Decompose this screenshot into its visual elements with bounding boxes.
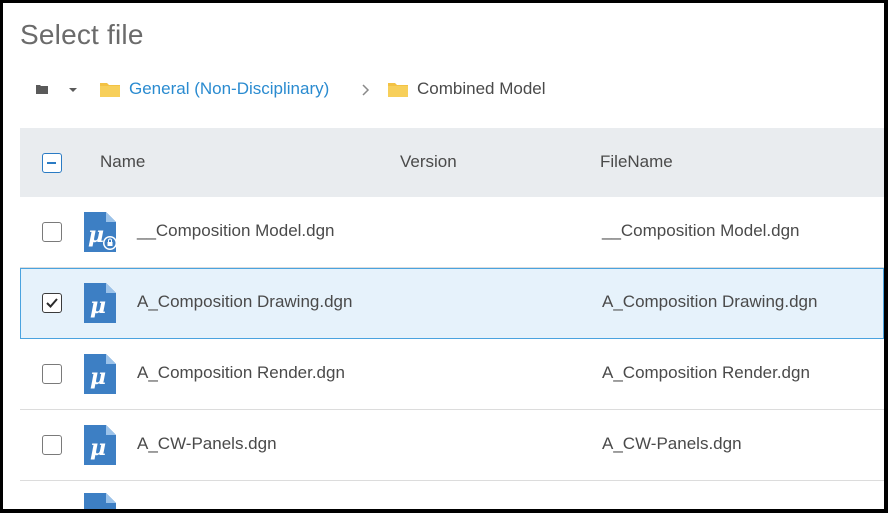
dialog-title: Select file <box>20 19 144 50</box>
breadcrumb-label: General (Non-Disciplinary) <box>129 79 330 98</box>
dgn-file-icon <box>84 493 116 509</box>
breadcrumb-label: Combined Model <box>417 79 546 98</box>
dgn-file-icon: μ <box>84 354 116 394</box>
row-filename: __Composition Model.dgn <box>602 221 800 240</box>
chevron-down-icon[interactable] <box>68 86 78 94</box>
column-header-filename[interactable]: FileName <box>600 152 673 172</box>
table-header: Name Version FileName <box>20 128 884 197</box>
select-file-dialog: Select file General (Non-Disciplinary) C… <box>3 3 884 509</box>
row-filename: A_Composition Render.dgn <box>602 363 810 382</box>
svg-text:μ: μ <box>90 435 106 461</box>
dgn-file-icon: μ <box>84 425 116 465</box>
row-filename: A_CW-Panels.dgn <box>602 434 742 453</box>
table-row[interactable]: μ __Composition Model.dgn __Composition … <box>20 197 884 268</box>
row-filename: A_Composition Drawing.dgn <box>602 292 818 311</box>
row-name: __Composition Model.dgn <box>137 221 335 240</box>
select-all-checkbox[interactable] <box>42 153 62 173</box>
row-checkbox[interactable] <box>42 222 62 242</box>
folder-root-icon[interactable] <box>36 84 48 94</box>
folder-icon <box>100 83 120 97</box>
row-name: A_CW-Panels.dgn <box>137 434 277 453</box>
row-checkbox[interactable] <box>42 364 62 384</box>
checkmark-icon <box>46 298 58 308</box>
table-row[interactable]: μ A_Composition Render.dgn A_Composition… <box>20 339 884 410</box>
dgn-file-icon: μ <box>84 283 116 323</box>
row-name: A_Composition Drawing.dgn <box>137 292 353 311</box>
dgn-file-locked-icon: μ <box>84 212 116 252</box>
breadcrumb-item-general[interactable]: General (Non-Disciplinary) <box>100 75 329 103</box>
table-row[interactable]: μ A_Composition Drawing.dgn A_Compositio… <box>20 268 884 339</box>
svg-text:μ: μ <box>90 364 106 390</box>
row-name: A_Composition Render.dgn <box>137 363 345 382</box>
svg-text:μ: μ <box>90 293 106 319</box>
breadcrumb-item-combined-model: Combined Model <box>388 75 546 103</box>
column-header-name[interactable]: Name <box>100 152 145 172</box>
row-checkbox[interactable] <box>42 293 62 313</box>
file-table: Name Version FileName μ __Composition Mo… <box>20 128 884 509</box>
row-checkbox[interactable] <box>42 435 62 455</box>
folder-icon <box>388 83 408 97</box>
column-header-version[interactable]: Version <box>400 152 457 172</box>
table-row[interactable] <box>20 481 884 509</box>
chevron-right-icon <box>362 84 370 96</box>
breadcrumb: General (Non-Disciplinary) Combined Mode… <box>3 75 884 103</box>
svg-text:μ: μ <box>88 222 104 248</box>
table-row[interactable]: μ A_CW-Panels.dgn A_CW-Panels.dgn <box>20 410 884 481</box>
